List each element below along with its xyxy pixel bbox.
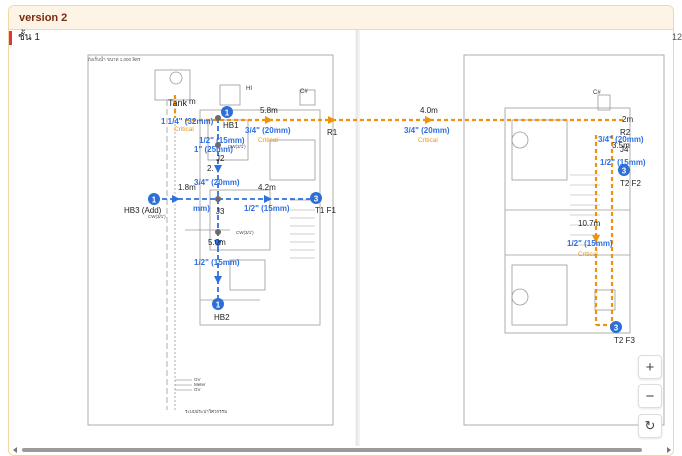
- zoom-out-button[interactable]: −: [638, 384, 662, 408]
- svg-text:Critical: Critical: [258, 137, 278, 144]
- svg-text:2m: 2m: [622, 115, 633, 124]
- svg-text:3: 3: [314, 195, 319, 204]
- svg-text:2.: 2.: [207, 164, 214, 173]
- svg-text:3.5m: 3.5m: [612, 141, 630, 150]
- svg-text:Critical: Critical: [174, 126, 194, 133]
- scroll-right-arrow-icon[interactable]: [667, 447, 671, 453]
- svg-text:1: 1: [152, 196, 157, 205]
- svg-text:3/4" (20mm): 3/4" (20mm): [245, 126, 291, 135]
- svg-text:CW(3/1'): CW(3/1'): [148, 214, 166, 219]
- svg-text:Critical: Critical: [418, 137, 438, 144]
- svg-text:1 1/4" (32mm): 1 1/4" (32mm): [161, 117, 214, 126]
- scroll-left-arrow-icon[interactable]: [13, 447, 17, 453]
- svg-text:3/4" (20mm): 3/4" (20mm): [404, 126, 450, 135]
- svg-text:mm): mm): [193, 204, 210, 213]
- svg-text:C#: C#: [300, 89, 308, 95]
- reset-view-button[interactable]: ↻: [638, 414, 662, 438]
- svg-text:Critical: Critical: [578, 251, 598, 258]
- sheet-right: [360, 30, 672, 446]
- svg-text:5.0m: 5.0m: [208, 238, 226, 247]
- svg-text:3: 3: [614, 324, 619, 333]
- svg-text:5.8m: 5.8m: [260, 106, 278, 115]
- horizontal-scrollbar[interactable]: [10, 446, 674, 454]
- svg-text:1.8m: 1.8m: [178, 183, 196, 192]
- svg-text:Tank: Tank: [168, 98, 188, 108]
- badge-t1f1[interactable]: 3: [310, 192, 322, 204]
- svg-text:1/2" (15mm): 1/2" (15mm): [567, 239, 613, 248]
- svg-text:ถังเก็บน้ำ ขนาด 1,000 ลิตร: ถังเก็บน้ำ ขนาด 1,000 ลิตร: [88, 55, 141, 62]
- svg-text:4.0m: 4.0m: [420, 106, 438, 115]
- svg-text:J2: J2: [216, 154, 225, 163]
- svg-text:1: 1: [225, 109, 230, 118]
- svg-text:m: m: [189, 97, 196, 106]
- badge-hb2[interactable]: 1: [212, 298, 224, 310]
- svg-text:1/2" (15mm): 1/2" (15mm): [194, 258, 240, 267]
- svg-text:J3: J3: [216, 207, 225, 216]
- svg-text:GV: GV: [194, 387, 201, 392]
- svg-text:CW(3/1'): CW(3/1'): [228, 144, 246, 149]
- svg-text:T2 F3: T2 F3: [614, 336, 635, 345]
- svg-text:HB1: HB1: [223, 121, 239, 130]
- zoom-in-button[interactable]: +: [638, 355, 662, 379]
- svg-text:3/4" (20mm): 3/4" (20mm): [194, 178, 240, 187]
- svg-text:HB2: HB2: [214, 313, 230, 322]
- svg-text:3: 3: [622, 167, 627, 176]
- svg-text:CW(3/1'): CW(3/1'): [236, 230, 254, 235]
- svg-text:ระบบประปาวิศวกรรม: ระบบประปาวิศวกรรม: [185, 409, 227, 414]
- diagram-canvas[interactable]: 1 1 3 1 3 3 ถังเก็บน้ำ ขนาด 1,000 ลิตร T…: [0, 0, 682, 456]
- svg-text:T2 F2: T2 F2: [620, 179, 641, 188]
- badge-t2f3[interactable]: 3: [610, 321, 622, 333]
- svg-text:1: 1: [216, 301, 221, 310]
- svg-text:1/2" (15mm): 1/2" (15mm): [244, 204, 290, 213]
- scrollbar-thumb[interactable]: [22, 448, 642, 452]
- svg-text:C#: C#: [593, 90, 601, 96]
- svg-text:R1: R1: [327, 128, 338, 137]
- badge-hb3[interactable]: 1: [148, 193, 160, 205]
- svg-text:10.7m: 10.7m: [578, 219, 601, 228]
- svg-text:T1 F1: T1 F1: [315, 206, 336, 215]
- svg-text:4.2m: 4.2m: [258, 183, 276, 192]
- badge-hb1[interactable]: 1: [221, 106, 233, 118]
- svg-text:1/2" (15mm): 1/2" (15mm): [600, 158, 646, 167]
- svg-text:HI: HI: [246, 86, 252, 92]
